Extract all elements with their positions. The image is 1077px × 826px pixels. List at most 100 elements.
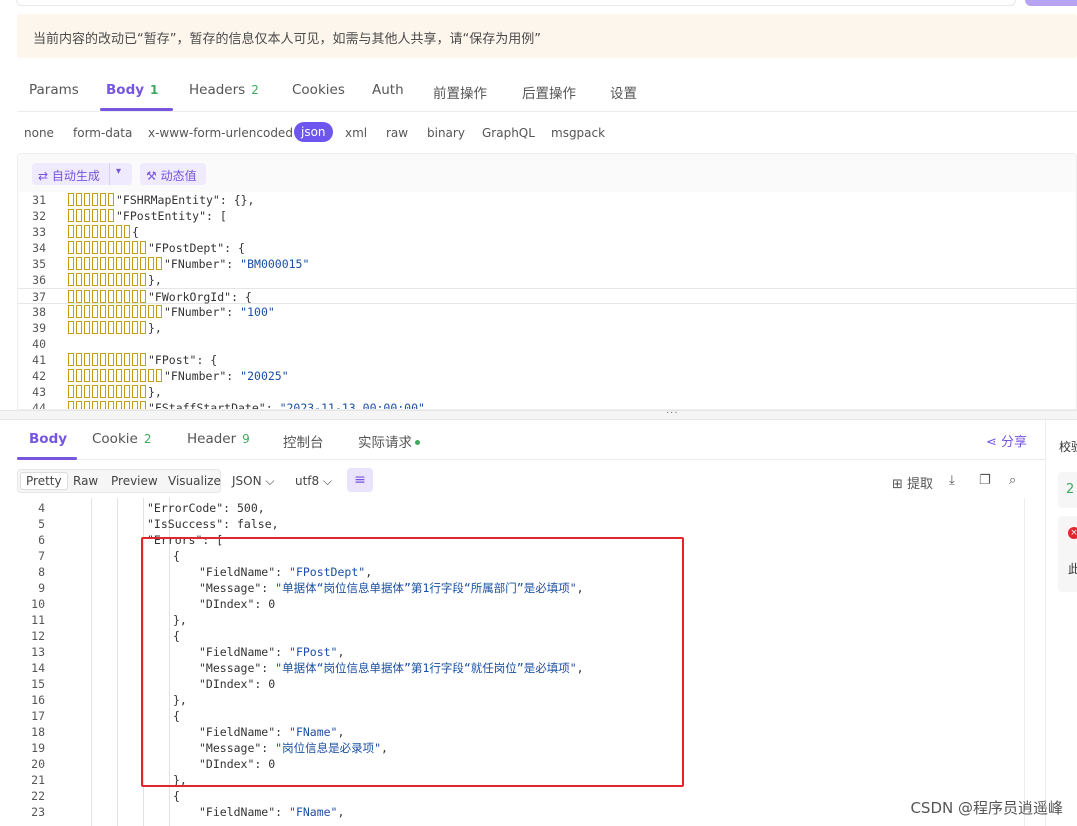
line-number: 32 [32,209,46,223]
whitespace-marker [108,225,114,238]
view-mode-raw[interactable]: Raw [73,474,98,488]
wrap-icon: ≡ [354,472,366,488]
format-select[interactable]: JSON ⌵ [232,474,275,489]
whitespace-marker [116,385,122,398]
whitespace-marker [68,321,74,334]
whitespace-marker [132,273,138,286]
body-type-xml[interactable]: xml [345,126,367,140]
code-line: 4 "ErrorCode": 500, [17,500,1024,516]
chevron-down-icon: ⌵ [323,474,333,488]
code-text: "FNumber": "20025" [68,368,289,384]
share-button[interactable]: ⋖ 分享 [986,431,1027,450]
whitespace-marker [124,225,130,238]
whitespace-marker [140,305,146,318]
whitespace-marker [76,401,82,409]
tab-post-actions[interactable]: 后置操作 [522,82,576,102]
response-toolbar: Pretty Raw Preview Visualize JSON ⌵ utf8… [17,466,1045,496]
drag-handle-icon[interactable]: ··· [666,409,679,419]
whitespace-marker [68,257,74,270]
tab-settings[interactable]: 设置 [610,82,637,102]
send-button-edge[interactable] [1025,0,1077,6]
whitespace-marker [76,321,82,334]
validation-error-card[interactable]: × 此 [1058,516,1077,592]
whitespace-marker [132,369,138,382]
whitespace-marker [84,257,90,270]
whitespace-marker [124,369,130,382]
whitespace-marker [76,225,82,238]
body-type-binary[interactable]: binary [427,126,465,140]
response-tab-header[interactable]: Header 9 [187,431,250,447]
code-text: "FSHRMapEntity": {}, [68,192,254,208]
response-tab-cookie[interactable]: Cookie 2 [92,431,151,447]
whitespace-marker [124,257,130,270]
code-text: "FStaffStartDate": "2023-11-13 00:00:00"… [68,400,432,409]
chevron-down-icon[interactable]: ▾ [116,166,121,177]
tab-cookies[interactable]: Cookies [292,82,345,98]
auto-generate-button[interactable]: ⇄ 自动生成 ▾ [32,163,132,185]
encoding-select[interactable]: utf8 ⌵ [295,474,332,489]
tab-params[interactable]: Params [29,82,79,98]
whitespace-marker [156,305,162,318]
validation-count-card[interactable]: 2 [1058,472,1077,508]
whitespace-marker [84,321,90,334]
panel-splitter[interactable] [0,410,1077,420]
whitespace-marker [76,305,82,318]
whitespace-marker [100,305,106,318]
body-type-none[interactable]: none [24,126,54,140]
request-body-editor[interactable]: 31 "FSHRMapEntity": {}, 32 "FPostEntity": [… [17,192,1077,410]
whitespace-marker [68,401,74,409]
line-number: 19 [31,741,45,755]
body-type-msgpack[interactable]: msgpack [551,126,605,140]
whitespace-marker [140,273,146,286]
whitespace-marker [84,401,90,409]
extract-button[interactable]: ⊞ 提取 [892,473,933,492]
whitespace-marker [108,353,114,366]
dynamic-value-button[interactable]: ⚒ 动态值 [140,163,206,185]
response-tab-body[interactable]: Body [29,431,67,447]
whitespace-marker [76,353,82,366]
line-number: 23 [31,805,45,819]
line-number: 17 [31,709,45,723]
line-number: 34 [32,241,46,255]
line-number: 35 [32,257,46,271]
tab-pre-actions[interactable]: 前置操作 [433,82,487,102]
body-type-json[interactable]: json [294,122,333,142]
line-number: 33 [32,225,46,239]
word-wrap-toggle[interactable]: ≡ [347,468,373,492]
line-number: 38 [32,305,46,319]
body-type-form-data[interactable]: form-data [73,126,132,140]
body-type-raw[interactable]: raw [386,126,408,140]
copy-icon[interactable]: ❐ [979,473,991,488]
view-mode-visualize[interactable]: Visualize [168,474,221,488]
view-mode-pretty[interactable]: Pretty [20,472,68,490]
share-icon: ⋖ [985,435,997,450]
whitespace-marker [108,209,114,222]
error-icon: × [1068,527,1077,539]
string-literal: "BM000015" [240,257,310,271]
code-text: "ErrorCode": 500, [147,501,265,515]
download-icon[interactable]: ⤓ [949,473,955,488]
tab-headers[interactable]: Headers 2 [189,82,259,98]
code-text: { [173,789,180,803]
whitespace-marker [92,369,98,382]
whitespace-marker [124,241,130,254]
whitespace-marker [108,193,114,206]
search-icon[interactable]: ⌕ [1009,473,1016,488]
whitespace-marker [132,321,138,334]
swap-icon: ⇄ [38,169,49,183]
chevron-down-icon: ⌵ [265,474,275,488]
code-text: }, [68,272,162,288]
body-type-urlencoded[interactable]: x-www-form-urlencoded [148,126,293,140]
body-type-graphql[interactable]: GraphQL [482,126,535,140]
response-tab-actual-request[interactable]: 实际请求 [358,431,420,451]
line-number: 22 [31,789,45,803]
whitespace-marker [132,385,138,398]
whitespace-marker [156,257,162,270]
tab-body[interactable]: Body 1 [106,82,158,98]
view-mode-preview[interactable]: Preview [111,474,158,488]
line-number: 9 [38,581,45,595]
whitespace-marker [140,290,146,303]
tab-auth[interactable]: Auth [372,82,404,98]
whitespace-marker [100,225,106,238]
response-tab-console[interactable]: 控制台 [283,431,324,451]
